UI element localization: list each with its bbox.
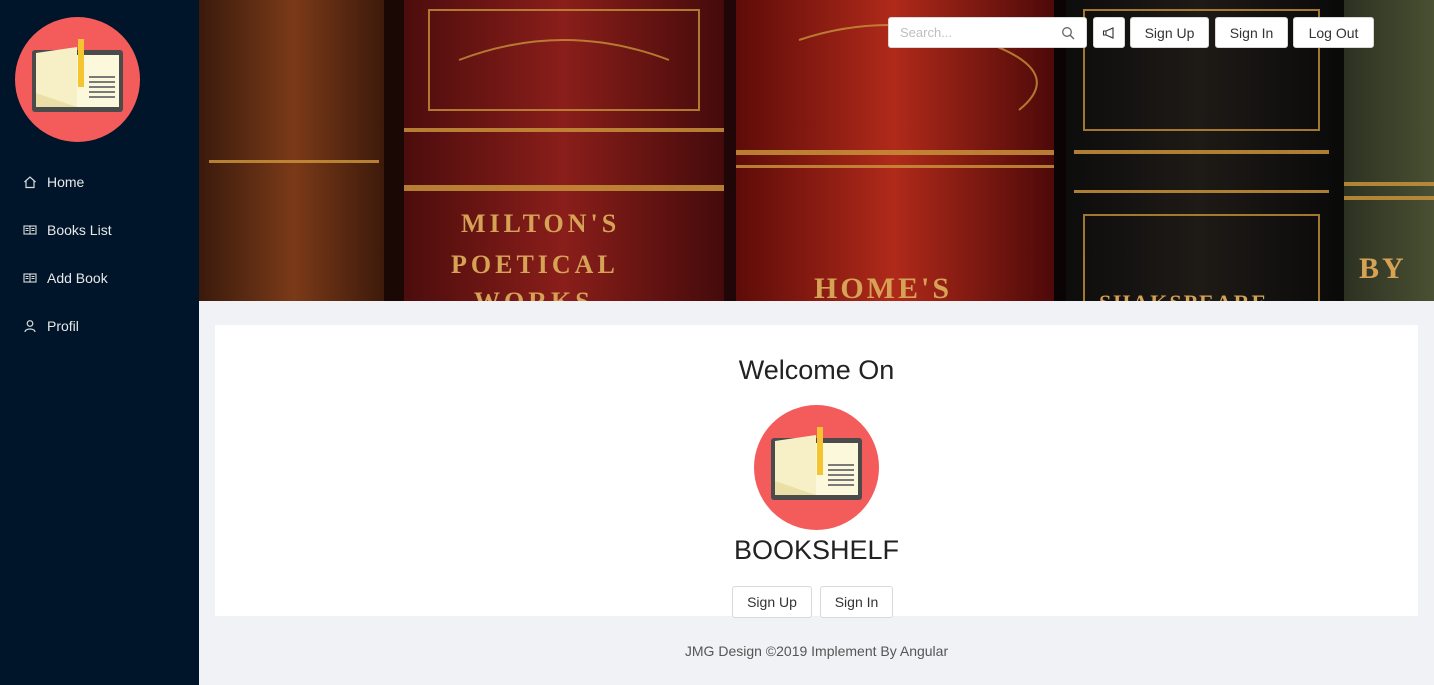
sidebar: Home Books List Add Book Profil xyxy=(0,0,199,685)
sidebar-item-label: Books List xyxy=(47,222,112,238)
sidebar-nav: Home Books List Add Book Profil xyxy=(0,158,199,350)
notification-button[interactable] xyxy=(1093,17,1125,48)
welcome-card: Welcome On BOOKSHELF Sign Up Sign In xyxy=(215,325,1418,618)
spine-text: MILTON'S xyxy=(461,209,620,238)
open-book-icon xyxy=(15,17,140,142)
header-sign-up-button[interactable]: Sign Up xyxy=(1130,17,1209,48)
sidebar-item-label: Home xyxy=(47,174,85,190)
sign-up-button[interactable]: Sign Up xyxy=(732,586,812,618)
search-box[interactable] xyxy=(888,17,1087,48)
header-sign-in-button[interactable]: Sign In xyxy=(1215,17,1288,48)
spine-text: SHAKSPEARE xyxy=(1099,290,1268,301)
spine-text: BY xyxy=(1359,252,1407,285)
sidebar-item-books-list[interactable]: Books List xyxy=(0,206,199,254)
spine-text: HOME'S xyxy=(814,272,952,301)
sidebar-item-label: Add Book xyxy=(47,270,108,286)
sidebar-item-home[interactable]: Home xyxy=(0,158,199,206)
header-log-out-button[interactable]: Log Out xyxy=(1293,17,1374,48)
home-icon xyxy=(23,175,37,189)
bookshelf-logo xyxy=(754,405,879,530)
sign-in-button[interactable]: Sign In xyxy=(820,586,893,618)
open-book-icon xyxy=(754,405,879,530)
sidebar-item-add-book[interactable]: Add Book xyxy=(0,254,199,302)
sidebar-item-label: Profil xyxy=(47,318,79,334)
spine-text: POETICAL xyxy=(451,250,619,279)
brand-title: BOOKSHELF xyxy=(733,535,900,565)
footer-text: JMG Design ©2019 Implement By Angular xyxy=(684,643,949,659)
spine-text: WORKS xyxy=(474,287,594,301)
sidebar-item-profil[interactable]: Profil xyxy=(0,302,199,350)
user-icon xyxy=(23,319,37,333)
megaphone-icon xyxy=(1102,26,1114,39)
welcome-heading: Welcome On xyxy=(738,355,895,385)
search-input[interactable] xyxy=(889,18,1049,47)
search-icon[interactable] xyxy=(1061,26,1075,40)
book-icon xyxy=(23,223,37,237)
book-icon xyxy=(23,271,37,285)
logo[interactable] xyxy=(15,17,140,142)
